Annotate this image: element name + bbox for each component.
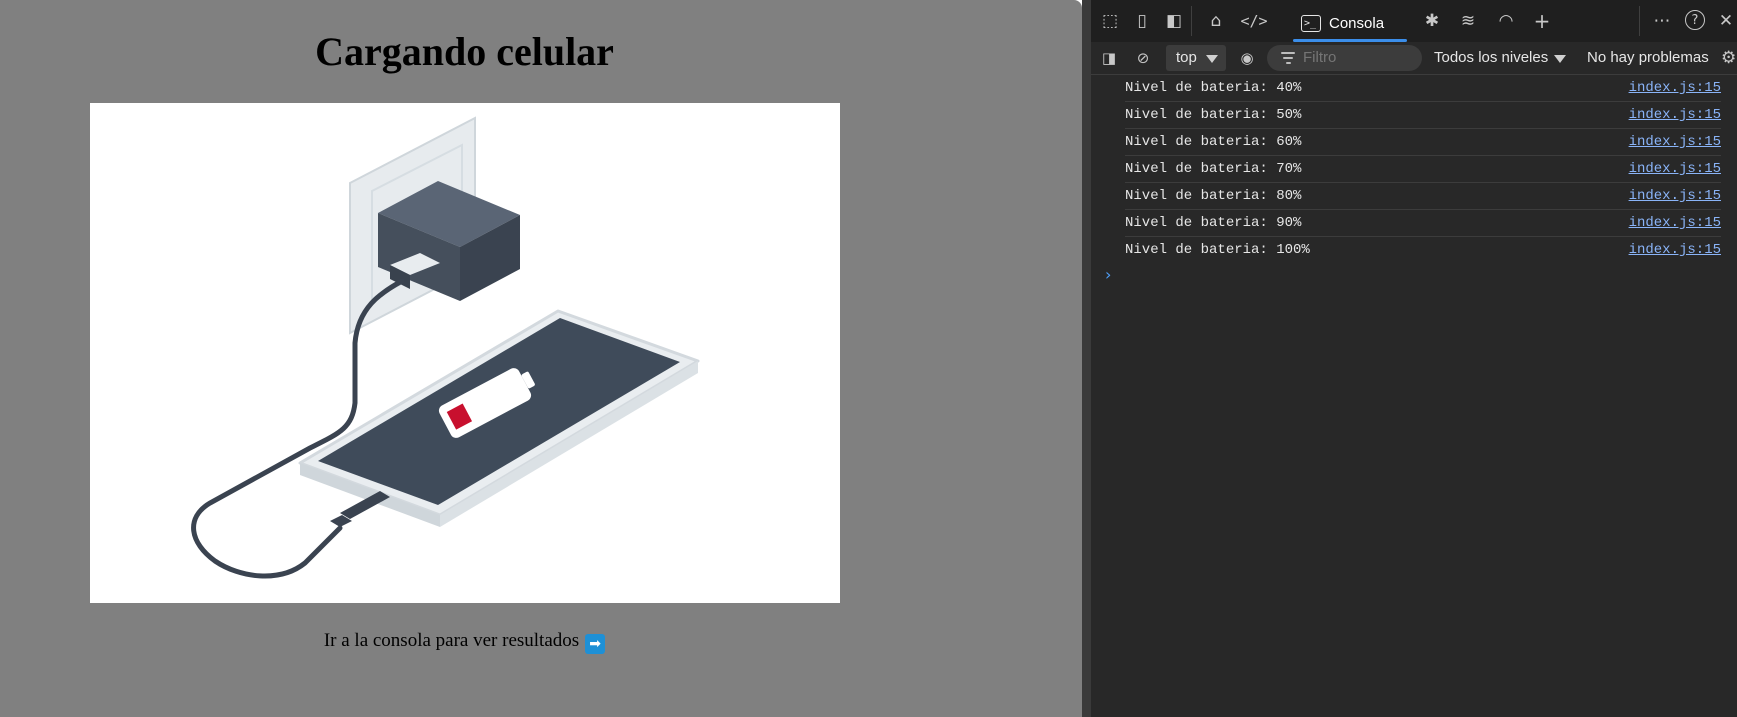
console-hint: Ir a la consola para ver resultados ➡ [0, 630, 929, 654]
console-prompt[interactable]: › [1105, 265, 1111, 284]
web-page: Cargando celular Ir a la consola para ve… [0, 0, 1082, 717]
source-link[interactable]: index.js:15 [1629, 80, 1721, 96]
sidebar-icon[interactable]: ◨ [1099, 48, 1119, 68]
gear-icon[interactable]: ⚙ [1721, 48, 1737, 68]
device-icon[interactable]: ▯ [1131, 10, 1153, 32]
page-title: Cargando celular [315, 29, 614, 74]
eye-icon[interactable]: ◉ [1237, 48, 1257, 68]
console-message: Nivel de bateria: 50% index.js:15 [1125, 102, 1721, 129]
tab-console-label: Consola [1329, 14, 1385, 32]
console-message: Nivel de bateria: 80% index.js:15 [1125, 183, 1721, 210]
panel-resize-handle[interactable] [1082, 0, 1091, 717]
levels-label: Todos los niveles [1434, 49, 1549, 66]
console-message: Nivel de bateria: 100% index.js:15 [1125, 237, 1721, 263]
devtools-panel: ⬚ ▯ ◧ ⌂ </> >_ Consola ✱ ≋ ◠ + ⋯ ? ✕ ◨ ⊘… [1091, 0, 1737, 717]
more-icon[interactable]: ⋯ [1651, 10, 1673, 32]
message-text: Nivel de bateria: 40% [1125, 80, 1302, 96]
phone-charging-illustration [90, 103, 840, 603]
filter-icon [1281, 52, 1295, 64]
source-link[interactable]: index.js:15 [1629, 242, 1721, 258]
wifi-icon[interactable]: ≋ [1457, 10, 1479, 32]
console-message: Nivel de bateria: 60% index.js:15 [1125, 129, 1721, 156]
source-link[interactable]: index.js:15 [1629, 134, 1721, 150]
console-message: Nivel de bateria: 70% index.js:15 [1125, 156, 1721, 183]
elements-icon[interactable]: </> [1240, 10, 1267, 32]
clear-icon[interactable]: ⊘ [1133, 48, 1153, 68]
message-text: Nivel de bateria: 80% [1125, 188, 1302, 204]
message-text: Nivel de bateria: 50% [1125, 107, 1302, 123]
tab-console[interactable]: >_ Consola [1293, 6, 1411, 42]
home-icon[interactable]: ⌂ [1205, 10, 1227, 32]
message-text: Nivel de bateria: 70% [1125, 161, 1302, 177]
message-text: Nivel de bateria: 90% [1125, 215, 1302, 231]
inspect-icon[interactable]: ⬚ [1099, 10, 1121, 32]
chevron-down-icon [1554, 55, 1567, 63]
source-link[interactable]: index.js:15 [1629, 107, 1721, 123]
context-value: top [1176, 49, 1197, 66]
context-select[interactable]: top [1166, 45, 1226, 71]
dock-icon[interactable]: ◧ [1163, 10, 1185, 32]
bug-icon[interactable]: ✱ [1421, 10, 1443, 32]
issues-button[interactable]: No hay problemas [1587, 45, 1709, 71]
source-link[interactable]: index.js:15 [1629, 161, 1721, 177]
performance-icon[interactable]: ◠ [1495, 10, 1517, 32]
close-icon[interactable]: ✕ [1715, 10, 1737, 32]
console-message: Nivel de bateria: 90% index.js:15 [1125, 210, 1721, 237]
devtools-tabbar: ⬚ ▯ ◧ ⌂ </> >_ Consola ✱ ≋ ◠ + ⋯ ? ✕ [1091, 0, 1737, 42]
arrow-right-icon: ➡ [585, 634, 606, 654]
console-icon: >_ [1301, 14, 1321, 32]
help-icon[interactable]: ? [1685, 10, 1705, 30]
console-log: Nivel de bateria: 40% index.js:15 Nivel … [1091, 75, 1737, 263]
console-toolbar: ◨ ⊘ top ◉ Todos los niveles No hay probl… [1091, 42, 1737, 75]
hint-text: Ir a la consola para ver resultados [323, 630, 580, 651]
plus-icon[interactable]: + [1531, 9, 1553, 33]
chevron-down-icon [1206, 55, 1218, 63]
tab-separator [1639, 6, 1640, 36]
message-text: Nivel de bateria: 100% [1125, 242, 1310, 258]
tab-separator [1191, 6, 1192, 36]
levels-dropdown[interactable]: Todos los niveles [1434, 45, 1567, 71]
console-message: Nivel de bateria: 40% index.js:15 [1125, 75, 1721, 102]
source-link[interactable]: index.js:15 [1629, 188, 1721, 204]
message-text: Nivel de bateria: 60% [1125, 134, 1302, 150]
source-link[interactable]: index.js:15 [1629, 215, 1721, 231]
